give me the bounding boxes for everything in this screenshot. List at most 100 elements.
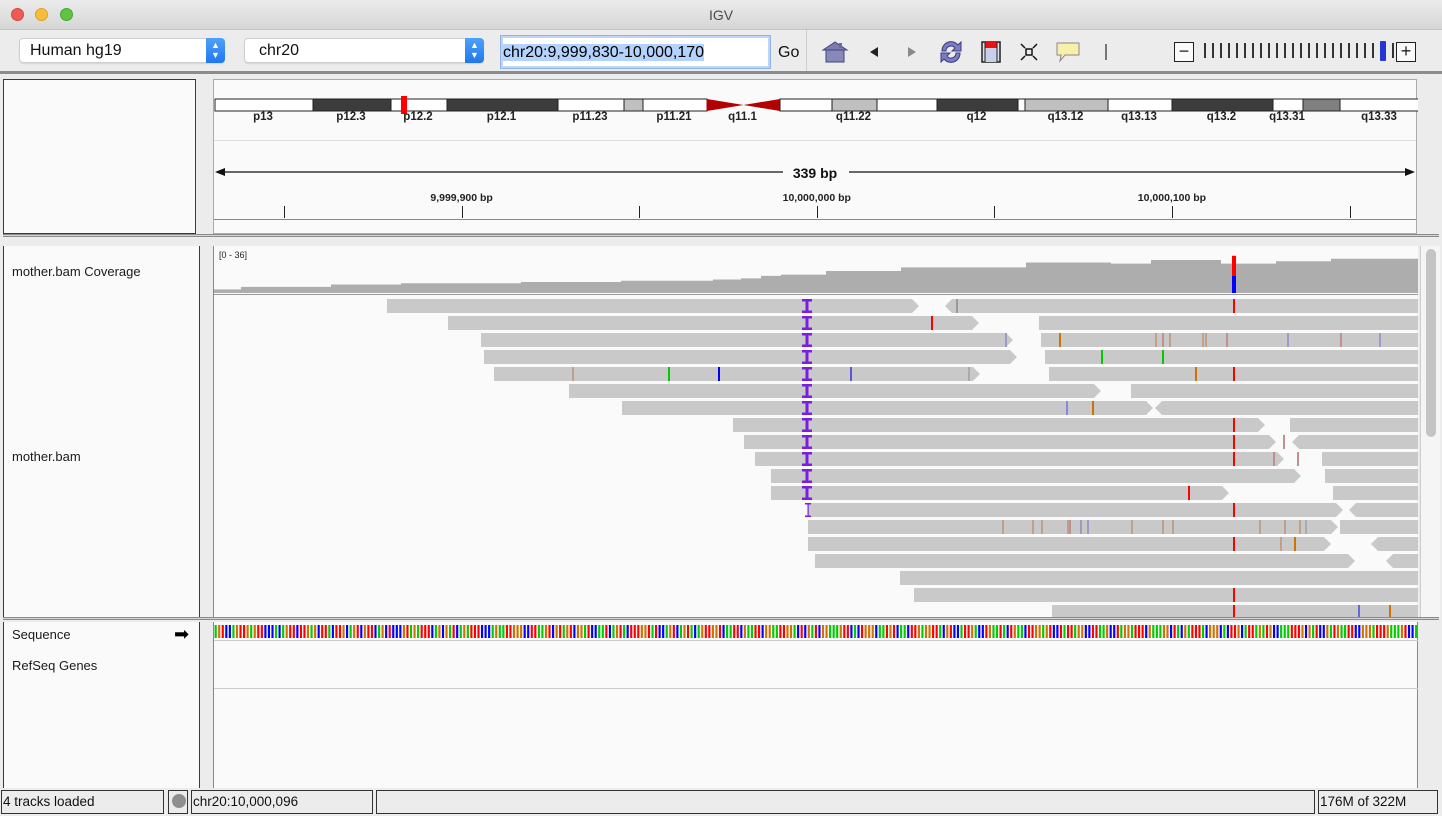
mismatch — [668, 367, 670, 381]
sequence-base — [647, 625, 651, 638]
sequence-base — [1322, 625, 1325, 638]
zoom-out-button[interactable]: − — [1174, 42, 1194, 62]
sequence-track-label[interactable]: Sequence — [12, 627, 71, 642]
refresh-icon[interactable] — [935, 40, 967, 64]
fit-window-icon[interactable] — [1018, 40, 1040, 64]
zoom-slider-thumb[interactable] — [1380, 41, 1386, 61]
sequence-base — [1393, 625, 1396, 638]
name-panel-divider[interactable] — [200, 79, 210, 788]
zoom-tick[interactable] — [1236, 43, 1238, 58]
refseq-genes-track[interactable] — [214, 688, 1418, 689]
zoom-tick[interactable] — [1204, 43, 1206, 58]
zoom-tick[interactable] — [1340, 43, 1342, 58]
alignment-track[interactable] — [214, 295, 1418, 617]
zoom-tick[interactable] — [1364, 43, 1366, 58]
sequence-base — [296, 625, 299, 638]
zoom-tick[interactable] — [1228, 43, 1230, 58]
sequence-base — [314, 625, 317, 638]
sequence-base — [1294, 625, 1297, 638]
sequence-base — [1184, 625, 1187, 638]
sequence-base — [1166, 625, 1169, 638]
read — [1371, 537, 1418, 551]
coverage-track[interactable] — [214, 246, 1418, 296]
zoom-tick[interactable] — [1212, 43, 1214, 58]
sequence-base — [974, 625, 977, 638]
sequence-base — [289, 625, 292, 638]
sequence-base — [591, 625, 594, 638]
sequence-base — [1141, 625, 1144, 638]
sequence-base — [1226, 625, 1229, 638]
panel-divider[interactable] — [3, 234, 1439, 237]
sequence-base — [836, 625, 839, 638]
sequence-base — [1397, 625, 1400, 638]
zoom-tick[interactable] — [1260, 43, 1262, 58]
zoom-tick[interactable] — [1300, 43, 1302, 58]
refseq-track-label[interactable]: RefSeq Genes — [12, 658, 97, 673]
popup-text-icon[interactable] — [1053, 40, 1083, 64]
sequence-base — [1191, 625, 1194, 638]
sequence-base — [1212, 625, 1215, 638]
mismatch — [1233, 418, 1235, 432]
mismatch — [1188, 486, 1190, 500]
sequence-base — [1308, 625, 1311, 638]
zoom-tick[interactable] — [1324, 43, 1326, 58]
zoom-tick[interactable] — [1372, 43, 1374, 58]
mismatch — [1002, 520, 1004, 534]
sequence-track[interactable] — [214, 624, 1418, 640]
roi-icon[interactable] — [979, 40, 1003, 64]
zoom-tick[interactable] — [1252, 43, 1254, 58]
sequence-base — [754, 625, 757, 638]
zoom-tick[interactable] — [1392, 43, 1394, 58]
sequence-base — [949, 625, 952, 638]
mismatch — [718, 367, 720, 381]
sequence-base — [417, 625, 420, 638]
read — [808, 520, 1338, 534]
mismatch — [1294, 537, 1296, 551]
panel-divider[interactable] — [3, 617, 1439, 620]
read — [448, 316, 979, 330]
sequence-base — [349, 625, 352, 638]
zoom-tick[interactable] — [1348, 43, 1350, 58]
zoom-tick[interactable] — [1356, 43, 1358, 58]
chromosome-ideogram[interactable] — [214, 96, 1418, 136]
zoom-tick[interactable] — [1244, 43, 1246, 58]
zoom-tick[interactable] — [1268, 43, 1270, 58]
sequence-base — [921, 625, 924, 638]
genome-select[interactable]: Human hg19 ▲ ▼ — [19, 38, 225, 63]
locus-input[interactable]: chr20:9,999,830-10,000,170 — [500, 35, 771, 69]
zoom-tick[interactable] — [1308, 43, 1310, 58]
sequence-base — [708, 625, 711, 638]
forward-icon[interactable] — [902, 40, 922, 64]
zoom-tick[interactable] — [1220, 43, 1222, 58]
sequence-base — [566, 625, 569, 638]
sequence-base — [765, 625, 768, 638]
coverage-track-label[interactable]: mother.bam Coverage — [12, 264, 141, 279]
sequence-base — [420, 625, 423, 638]
scrollbar-thumb[interactable] — [1426, 249, 1436, 437]
zoom-in-button[interactable]: + — [1396, 42, 1416, 62]
home-icon[interactable] — [820, 40, 850, 64]
read — [1045, 350, 1418, 364]
zoom-slider[interactable] — [1204, 41, 1410, 61]
read — [1290, 418, 1418, 432]
right-arrow-icon[interactable]: ➡ — [174, 624, 189, 645]
mismatch — [1233, 299, 1235, 313]
zoom-tick[interactable] — [1292, 43, 1294, 58]
alignment-track-label[interactable]: mother.bam — [12, 449, 81, 464]
sequence-base — [914, 625, 917, 638]
zoom-tick[interactable] — [1316, 43, 1318, 58]
sequence-base — [907, 625, 910, 638]
sequence-base — [534, 625, 537, 638]
sequence-base — [846, 625, 849, 638]
chromosome-select[interactable]: chr20 ▲ ▼ — [244, 38, 484, 63]
sequence-base — [733, 625, 736, 638]
mismatch — [1041, 520, 1043, 534]
sequence-base — [399, 625, 402, 638]
zoom-tick[interactable] — [1284, 43, 1286, 58]
go-button[interactable]: Go — [778, 44, 799, 62]
zoom-tick[interactable] — [1276, 43, 1278, 58]
zoom-tick[interactable] — [1332, 43, 1334, 58]
cytoband — [623, 98, 644, 112]
back-icon[interactable] — [864, 40, 884, 64]
sequence-base — [530, 625, 533, 638]
